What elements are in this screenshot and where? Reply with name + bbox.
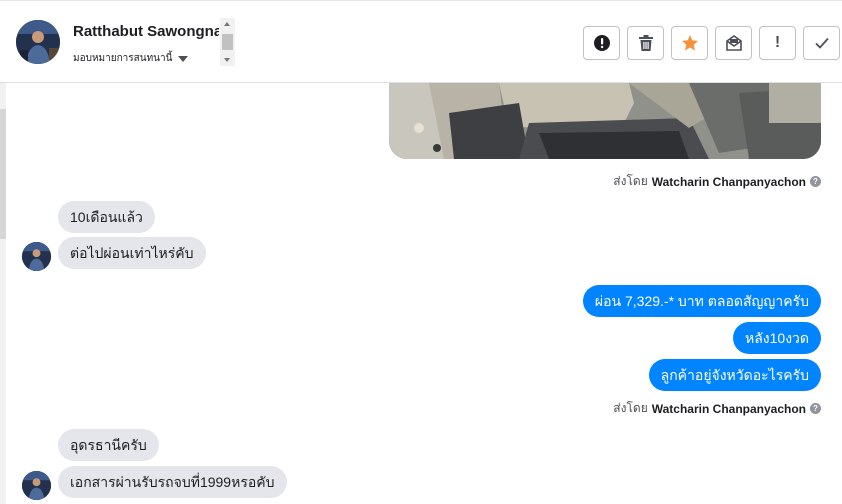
scroll-down-arrow-icon[interactable] [224,58,230,62]
outgoing-message[interactable]: ผ่อน 7,329.-* บาท ตลอดสัญญาครับ [582,285,821,317]
help-icon[interactable]: ? [810,176,821,187]
incoming-message[interactable]: 10เดือนแล้ว [58,201,155,233]
assign-conversation-dropdown[interactable]: มอบหมายการสนทนานี้ [73,51,189,66]
incoming-message[interactable]: ต่อไปผ่อนเท่าไหร่คับ [58,237,206,269]
star-button[interactable] [671,26,708,60]
delete-button[interactable] [627,26,664,60]
message-list-scrollbar[interactable] [0,83,6,504]
photo-attachment[interactable] [389,83,821,159]
scrollbar-thumb[interactable] [222,34,233,50]
outgoing-message[interactable]: ลูกค้าอยู่จังหวัดอะไรครับ [648,359,821,391]
trash-icon [638,35,653,51]
sent-by-note: ส่งโดย Watcharin Chanpanyachon ? [613,399,821,418]
conversation-header: Ratthabut Sawongnam มอบหมายการสนทนานี้ [0,0,842,83]
scroll-up-arrow-icon[interactable] [224,22,230,26]
outgoing-message[interactable]: หลัง10งวด [732,322,821,354]
caret-down-icon [178,55,189,62]
conversation-actions: ! [583,26,840,60]
contact-avatar[interactable] [22,242,51,271]
scrollbar-thumb[interactable] [0,109,6,239]
assign-conversation-label: มอบหมายการสนทนานี้ [73,53,173,64]
sent-by-prefix: ส่งโดย [613,174,648,188]
sent-by-prefix: ส่งโดย [613,401,648,415]
spam-button[interactable] [583,26,620,60]
contact-avatar[interactable] [22,471,51,500]
star-icon [681,35,698,51]
contact-name[interactable]: Ratthabut Sawongnam [73,23,219,40]
mark-unread-button[interactable] [715,26,752,60]
incoming-message[interactable]: เอกสารผ่านรับรถจบที่1999หรอคับ [58,466,287,498]
mark-done-button[interactable] [803,26,840,60]
envelope-open-icon [725,35,742,51]
sent-by-name[interactable]: Watcharin Chanpanyachon [652,175,806,189]
checkmark-icon [814,37,829,49]
incoming-message[interactable]: อุดรธานีครับ [58,429,159,461]
sent-by-name[interactable]: Watcharin Chanpanyachon [652,402,806,416]
contact-avatar[interactable] [16,20,60,64]
sent-by-note: ส่งโดย Watcharin Chanpanyachon ? [613,172,821,191]
header-scrollbar[interactable] [220,18,235,66]
follow-up-button[interactable]: ! [759,26,796,60]
help-icon[interactable]: ? [810,403,821,414]
exclamation-icon: ! [774,34,781,51]
alert-circle-icon [593,35,610,51]
